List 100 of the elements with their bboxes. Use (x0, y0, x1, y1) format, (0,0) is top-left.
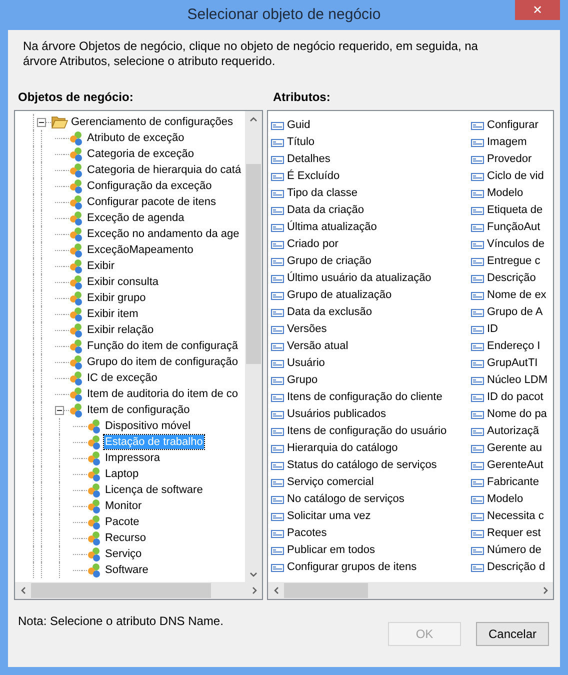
attribute-item[interactable]: Guid (287, 117, 310, 134)
attribute-item[interactable]: Tipo da classe (287, 185, 358, 202)
tree-item[interactable]: Serviço (104, 547, 143, 561)
scroll-right-icon[interactable] (542, 587, 548, 594)
tree-item[interactable]: Exibir consulta (86, 275, 160, 289)
attribute-item[interactable]: GrupAutTI (487, 355, 538, 372)
attribute-item[interactable]: FunçãoAut (487, 219, 540, 236)
attribute-item[interactable]: Grupo (287, 372, 318, 389)
attribute-item[interactable]: Configurar grupos de itens (287, 559, 417, 576)
attribute-item[interactable]: ID do pacot (487, 389, 544, 406)
tree-item[interactable]: Item de auditoria do item de co (86, 387, 240, 401)
attribute-item[interactable]: Necessita c (487, 508, 544, 525)
tree-item[interactable]: Recurso (104, 531, 147, 545)
attribute-item[interactable]: Endereço I (487, 338, 540, 355)
tree-item[interactable]: Impressora (104, 451, 162, 465)
attribute-item[interactable]: Configurar (487, 117, 538, 134)
attribute-item[interactable]: Itens de configuração do cliente (287, 389, 442, 406)
attribute-item[interactable]: Modelo (487, 491, 524, 508)
collapse-toggle[interactable] (37, 118, 46, 126)
attribute-item[interactable]: ID (487, 321, 498, 338)
attribute-list[interactable] (267, 110, 554, 600)
attribute-item[interactable]: Número de (487, 542, 542, 559)
attribute-item[interactable]: Requer est (487, 525, 541, 542)
attribute-item[interactable]: Grupo de atualização (287, 287, 392, 304)
attribute-item[interactable]: Gerente au (487, 440, 542, 457)
tree-item[interactable]: Pacote (104, 515, 140, 529)
attribute-item[interactable]: Grupo de criação (287, 253, 372, 270)
attribute-item[interactable]: Etiqueta de (487, 202, 543, 219)
attribute-item[interactable]: Serviço comercial (287, 474, 374, 491)
tree-item[interactable]: Gerenciamento de configurações (70, 115, 234, 129)
tree-item[interactable]: Exibir relação (86, 323, 155, 337)
attribute-item[interactable]: Versões (287, 321, 327, 338)
tree-item[interactable]: IC de exceção (86, 371, 158, 385)
attribute-item[interactable]: Modelo (487, 185, 524, 202)
tree-item[interactable]: Configuração da exceção (86, 179, 213, 193)
scroll-right-icon[interactable] (250, 587, 258, 594)
horizontal-scrollbar[interactable] (15, 582, 262, 599)
business-object-tree[interactable] (14, 110, 263, 600)
collapse-toggle[interactable] (55, 406, 64, 414)
attribute-item[interactable]: Descrição d (487, 559, 546, 576)
attribute-item[interactable]: Usuário (287, 355, 325, 372)
attribute-item[interactable]: Último usuário da atualização (287, 270, 432, 287)
attribute-item[interactable]: Criado por (287, 236, 338, 253)
tree-item[interactable]: Categoria de hierarquia do catá (86, 163, 242, 177)
attribute-item[interactable]: Descrição (487, 270, 536, 287)
attribute-item[interactable]: Status do catálogo de serviços (287, 457, 437, 474)
tree-item[interactable]: Categoria de exceção (86, 147, 196, 161)
tree-item[interactable]: Exceção de agenda (86, 211, 186, 225)
object-icon (69, 354, 84, 370)
attribute-item[interactable]: Itens de configuração do usuário (287, 423, 447, 440)
attribute-item[interactable]: Autorizaçã (487, 423, 539, 440)
tree-item[interactable]: Exceção no andamento da age (86, 227, 240, 241)
tree-item[interactable]: Função do item de configuraçã (86, 339, 240, 353)
attribute-item[interactable]: Detalhes (287, 151, 330, 168)
horizontal-scrollbar[interactable] (268, 582, 553, 599)
attribute-item[interactable]: Entregue c (487, 253, 540, 270)
close-button[interactable]: ✕ (515, 0, 560, 20)
tree-item[interactable]: Monitor (104, 499, 143, 513)
tree-item[interactable]: Item de configuração (86, 403, 191, 417)
scroll-left-icon[interactable] (272, 587, 280, 594)
attribute-item[interactable]: GerenteAut (487, 457, 544, 474)
tree-item[interactable]: ExceçãoMapeamento (86, 243, 194, 257)
attribute-item[interactable]: Solicitar uma vez (287, 508, 371, 525)
attribute-item[interactable]: Núcleo LDM (487, 372, 548, 389)
scroll-up-icon[interactable] (250, 116, 257, 122)
attribute-item[interactable]: Vínculos de (487, 236, 544, 253)
scroll-down-icon[interactable] (250, 570, 257, 578)
attribute-item[interactable]: Última atualização (287, 219, 377, 236)
attribute-item[interactable]: É Excluído (287, 168, 340, 185)
tree-item[interactable]: Grupo do item de configuração (86, 355, 240, 369)
attribute-item[interactable]: Usuários publicados (287, 406, 386, 423)
attribute-item[interactable]: Fabricante (487, 474, 539, 491)
attribute-item[interactable]: Pacotes (287, 525, 327, 542)
attribute-item[interactable]: Data da exclusão (287, 304, 372, 321)
tree-item[interactable]: Licença de software (104, 483, 204, 497)
dialog-button[interactable]: Cancelar (476, 622, 549, 646)
tree-item[interactable]: Exibir (86, 259, 116, 273)
tree-item[interactable]: Software (104, 563, 150, 577)
tree-item[interactable]: Exibir grupo (86, 291, 147, 305)
attribute-item[interactable]: Publicar em todos (287, 542, 376, 559)
attribute-item[interactable]: Hierarquia do catálogo (287, 440, 398, 457)
attribute-item[interactable]: Provedor (487, 151, 532, 168)
attribute-item[interactable]: No catálogo de serviços (287, 491, 404, 508)
attribute-item[interactable]: Título (287, 134, 315, 151)
attribute-item[interactable]: Grupo de A (487, 304, 543, 321)
attribute-item[interactable]: Nome do pa (487, 406, 547, 423)
attribute-item[interactable]: Imagem (487, 134, 527, 151)
attribute-item[interactable]: Versão atual (287, 338, 348, 355)
attribute-item[interactable]: Nome de ex (487, 287, 546, 304)
attribute-icon (271, 546, 284, 554)
vertical-scrollbar[interactable] (245, 111, 262, 582)
tree-item[interactable]: Laptop (104, 467, 140, 481)
tree-item[interactable]: Exibir item (86, 307, 140, 321)
attribute-item[interactable]: Data da criação (287, 202, 364, 219)
scroll-left-icon[interactable] (20, 587, 26, 594)
attribute-item[interactable]: Ciclo de vid (487, 168, 544, 185)
attribute-icon (271, 190, 284, 198)
tree-item[interactable]: Dispositivo móvel (104, 419, 192, 433)
tree-item[interactable]: Configurar pacote de itens (86, 195, 218, 209)
tree-item[interactable]: Atributo de exceção (86, 131, 186, 145)
